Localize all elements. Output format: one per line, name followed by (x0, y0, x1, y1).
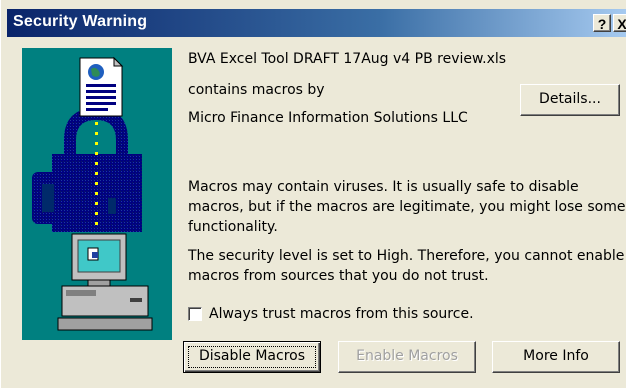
security-level-line-2: macros from sources that you do not trus… (188, 268, 489, 284)
security-illustration (32, 56, 153, 331)
warning-text-line-2: macros, but if the macros are legitimate… (188, 199, 626, 215)
details-button[interactable]: Details... (520, 84, 620, 116)
computer-icon (57, 233, 153, 331)
document-icon (79, 56, 124, 117)
title-bar[interactable]: Security Warning ? X (7, 9, 626, 37)
disable-macros-button[interactable]: Disable Macros (183, 341, 321, 373)
contains-macros-label: contains macros by (188, 82, 325, 98)
file-name: BVA Excel Tool DRAFT 17Aug v4 PB review.… (188, 51, 507, 67)
padlock-icon (32, 108, 142, 232)
disable-macros-label: Disable Macros (198, 348, 306, 364)
trust-macros-checkbox[interactable] (188, 307, 202, 321)
warning-text-line-1: Macros may contain viruses. It is usuall… (188, 179, 579, 195)
enable-macros-button[interactable]: Enable Macros (338, 341, 476, 373)
help-button[interactable]: ? (593, 14, 611, 32)
trust-macros-label[interactable]: Always trust macros from this source. (209, 306, 474, 322)
security-graphic (22, 48, 172, 340)
security-level-line-1: The security level is set to High. There… (188, 248, 625, 264)
dialog-title: Security Warning (13, 13, 148, 30)
close-button[interactable]: X (613, 14, 626, 32)
warning-text-line-3: functionality. (188, 219, 278, 235)
more-info-button[interactable]: More Info (492, 341, 620, 373)
security-warning-dialog: Security Warning ? X BVA Excel Tool DRAF… (0, 0, 626, 388)
publisher-name: Micro Finance Information Solutions LLC (188, 110, 468, 126)
